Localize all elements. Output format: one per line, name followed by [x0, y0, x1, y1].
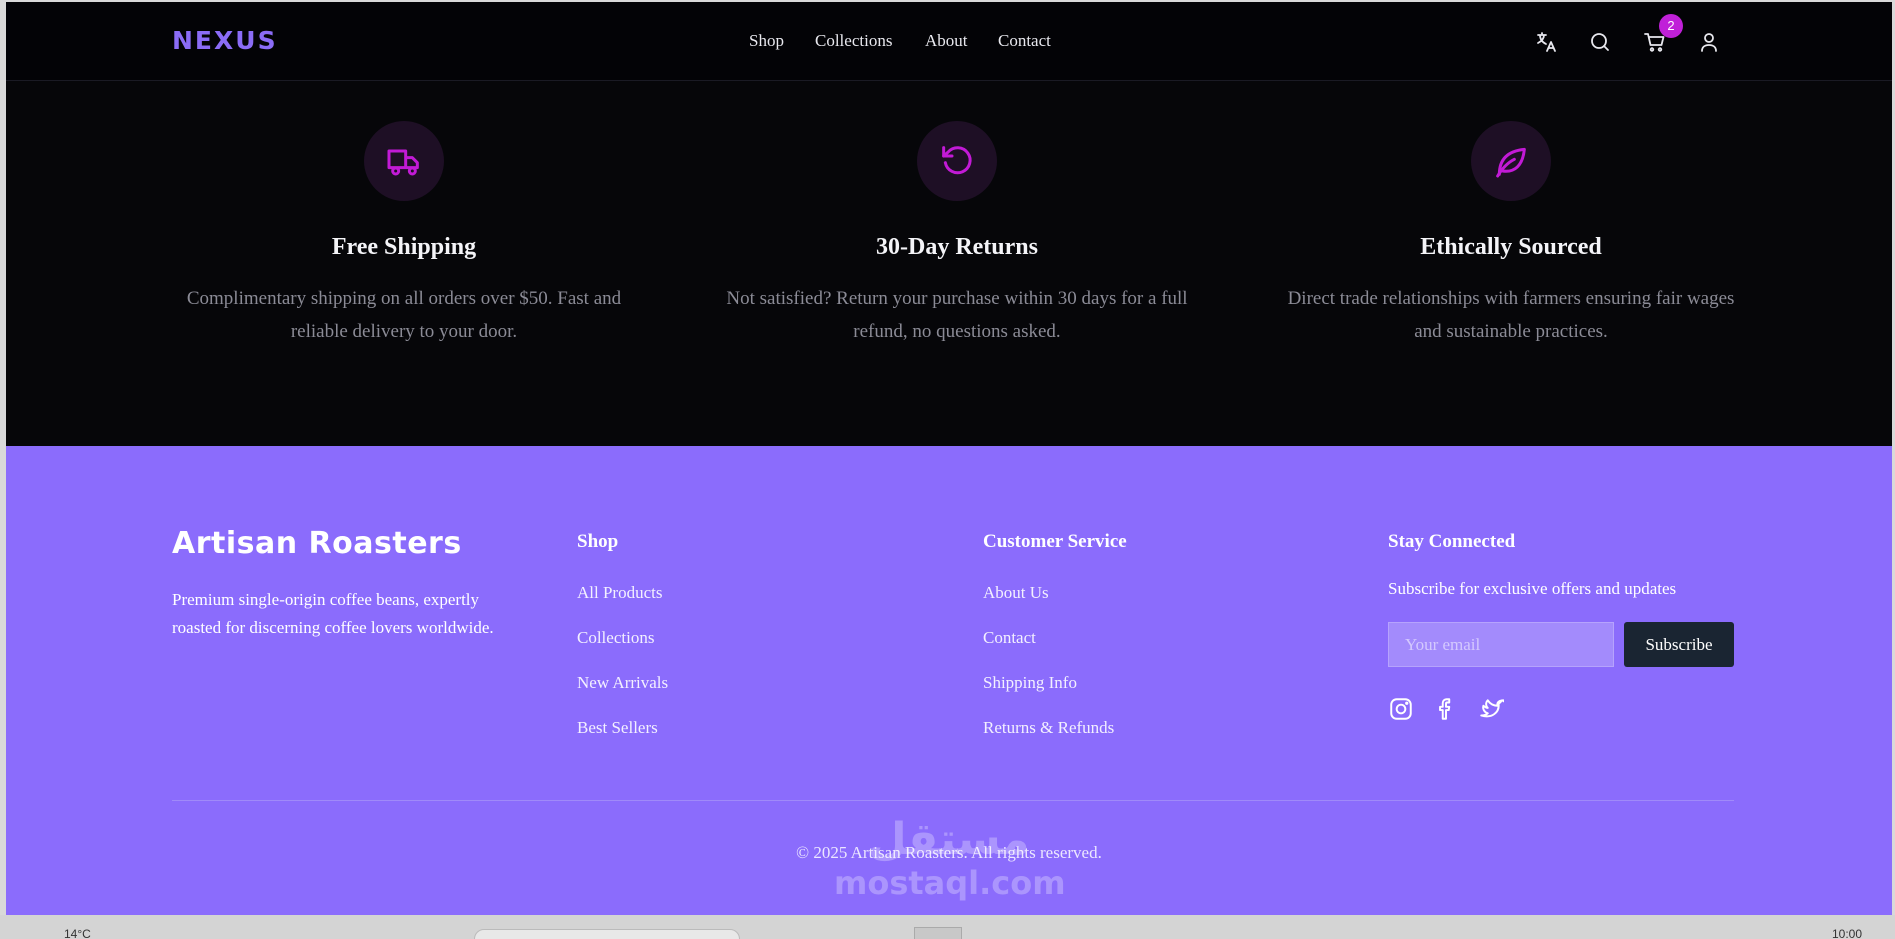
user-icon[interactable]	[1697, 30, 1721, 54]
footer-link-returns-refunds[interactable]: Returns & Refunds	[983, 718, 1114, 738]
footer-link-collections[interactable]: Collections	[577, 628, 654, 648]
site-footer: Artisan Roasters Premium single-origin c…	[6, 446, 1892, 915]
taskbar-search[interactable]	[474, 929, 740, 939]
footer-connect-title: Stay Connected	[1388, 531, 1516, 552]
copyright-text: © 2025 Artisan Roasters. All rights rese…	[796, 843, 1102, 862]
leaf-icon	[1471, 121, 1551, 201]
nav-collections[interactable]: Collections	[815, 31, 892, 51]
subscribe-button[interactable]: Subscribe	[1624, 622, 1734, 667]
taskbar-clock[interactable]: 10:00	[1832, 927, 1862, 939]
footer-link-all-products[interactable]: All Products	[577, 583, 662, 603]
taskbar-weather[interactable]: 14°C	[64, 927, 91, 939]
footer-brand-description: Premium single-origin coffee beans, expe…	[172, 590, 494, 637]
nav-about[interactable]: About	[925, 31, 968, 51]
newsletter-email-input[interactable]	[1388, 622, 1614, 667]
newsletter-text: Subscribe for exclusive offers and updat…	[1388, 579, 1677, 598]
footer-link-shipping-info[interactable]: Shipping Info	[983, 673, 1077, 693]
search-icon[interactable]	[1588, 30, 1612, 54]
nav-contact[interactable]: Contact	[998, 31, 1051, 51]
instagram-icon[interactable]	[1388, 696, 1414, 722]
footer-divider	[172, 800, 1734, 801]
browser-viewport: NEXUS Shop Collections About Contact 2 F…	[6, 2, 1892, 915]
footer-brand: Artisan Roasters	[172, 526, 462, 561]
cart-count-badge: 2	[1659, 14, 1683, 38]
feature-description: Not satisfied? Return your purchase with…	[726, 288, 1188, 342]
truck-icon	[364, 121, 444, 201]
features-section: Free Shipping Complimentary shipping on …	[6, 81, 1892, 446]
nav-shop[interactable]: Shop	[749, 31, 784, 51]
feature-title: 30-Day Returns	[876, 234, 1038, 260]
footer-service-title: Customer Service	[983, 531, 1127, 552]
footer-shop-title: Shop	[577, 531, 619, 552]
feature-title: Ethically Sourced	[1420, 234, 1602, 260]
feature-title: Free Shipping	[331, 234, 477, 260]
footer-link-about-us[interactable]: About Us	[983, 583, 1049, 603]
translate-icon[interactable]	[1534, 30, 1558, 54]
feature-description: Direct trade relationships with farmers …	[1287, 288, 1735, 342]
taskbar-app[interactable]	[914, 927, 962, 939]
footer-link-contact[interactable]: Contact	[983, 628, 1036, 648]
site-header: NEXUS Shop Collections About Contact 2	[6, 2, 1892, 81]
twitter-icon[interactable]	[1478, 696, 1508, 722]
rotate-ccw-icon	[917, 121, 997, 201]
footer-link-best-sellers[interactable]: Best Sellers	[577, 718, 658, 738]
facebook-icon[interactable]	[1433, 696, 1459, 722]
feature-description: Complimentary shipping on all orders ove…	[186, 288, 622, 342]
footer-link-new-arrivals[interactable]: New Arrivals	[577, 673, 668, 693]
os-taskbar: 14°C 10:00	[0, 915, 1895, 939]
